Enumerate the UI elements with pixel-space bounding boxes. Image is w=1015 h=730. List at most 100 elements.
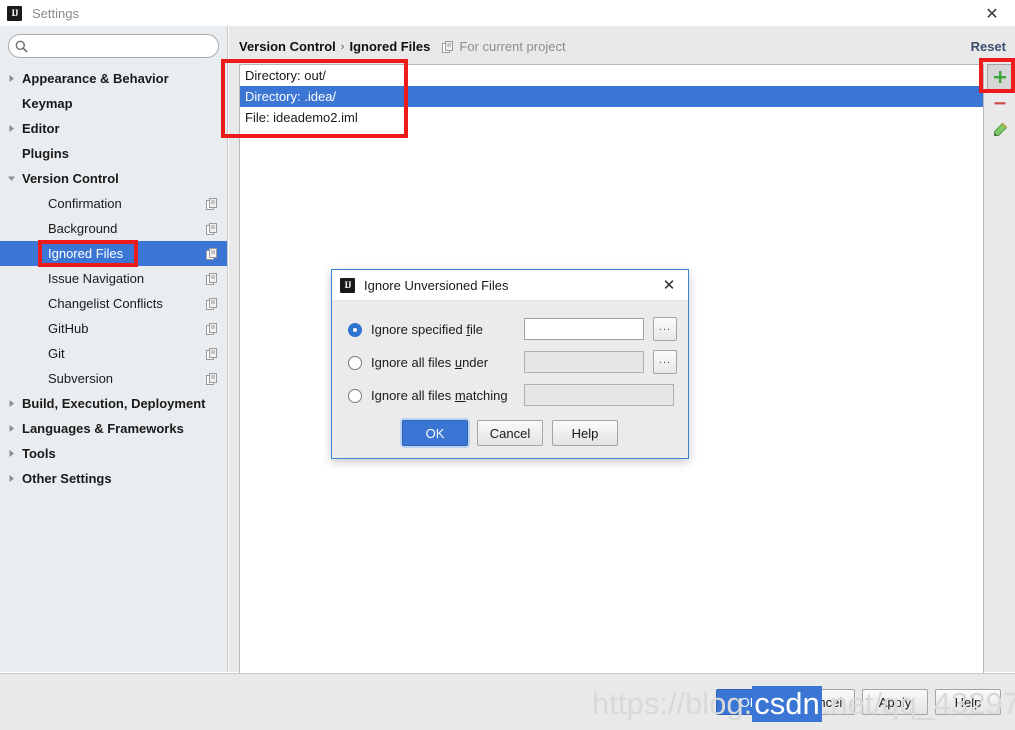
project-scope-icon (206, 372, 218, 385)
list-item[interactable]: Directory: .idea/ (240, 86, 983, 107)
sidebar-item-label: Ignored Files (48, 246, 124, 261)
cancel-button[interactable]: Cancel (789, 689, 855, 715)
breadcrumb-separator-icon: › (340, 40, 345, 53)
settings-sidebar: Appearance & Behavior Keymap Editor Plugins… (0, 26, 228, 672)
chevron-right-icon[interactable] (0, 424, 22, 433)
settings-tree: Appearance & Behavior Keymap Editor Plugins… (0, 66, 227, 491)
sidebar-item-subversion[interactable]: Subversion (0, 366, 227, 391)
sidebar-item-label: Issue Navigation (48, 271, 145, 286)
project-scope-icon (442, 40, 454, 53)
dialog-help-button[interactable]: Help (552, 420, 618, 446)
ignore-unversioned-files-dialog: IJ Ignore Unversioned Files ✕ Ignore spe… (331, 269, 689, 459)
sidebar-item-label: Changelist Conflicts (48, 296, 163, 311)
sidebar-item-label: Plugins (22, 146, 69, 161)
apply-button[interactable]: Apply (862, 689, 928, 715)
sidebar-item-changelist-conflicts[interactable]: Changelist Conflicts (0, 291, 227, 316)
remove-ignored-file-button[interactable] (987, 90, 1013, 116)
chevron-right-icon[interactable] (0, 474, 22, 483)
scope-note: For current project (459, 39, 566, 54)
sidebar-item-other-settings[interactable]: Other Settings (0, 466, 227, 491)
project-scope-icon (206, 347, 218, 360)
radio-row-2[interactable]: Ignore all files under... (332, 346, 688, 379)
ok-button[interactable]: OK (716, 689, 782, 715)
radio-label: Ignore all files matching (371, 388, 508, 403)
sidebar-item-label: Tools (22, 446, 56, 461)
pencil-icon (993, 122, 1007, 136)
breadcrumb-current: Ignored Files (349, 39, 431, 54)
sidebar-item-keymap[interactable]: Keymap (0, 91, 227, 116)
sidebar-item-appearance-behavior[interactable]: Appearance & Behavior (0, 66, 227, 91)
plus-icon (994, 71, 1006, 83)
dialog-app-icon: IJ (340, 277, 355, 293)
list-toolbar (987, 64, 1013, 142)
sidebar-item-git[interactable]: Git (0, 341, 227, 366)
sidebar-item-issue-navigation[interactable]: Issue Navigation (0, 266, 227, 291)
sidebar-item-build-execution-deployment[interactable]: Build, Execution, Deployment (0, 391, 227, 416)
list-item[interactable]: File: ideademo2.iml (240, 107, 983, 128)
ignore-path-field-3 (524, 384, 674, 406)
chevron-right-icon[interactable] (0, 124, 22, 133)
radio-row-1[interactable]: Ignore specified file... (332, 313, 688, 346)
intellij-logo-icon: IJ (7, 5, 22, 21)
browse-button-1[interactable]: ... (653, 317, 677, 341)
sidebar-item-label: Version Control (22, 171, 119, 186)
dialog-ok-button[interactable]: OK (402, 420, 468, 446)
sidebar-item-plugins[interactable]: Plugins (0, 141, 227, 166)
chevron-down-icon[interactable] (0, 174, 22, 183)
help-button[interactable]: Help (935, 689, 1001, 715)
project-scope-icon (206, 272, 218, 285)
breadcrumb: Version Control › Ignored Files For curr… (239, 39, 566, 54)
radio-button[interactable] (348, 355, 362, 370)
dialog-title: Ignore Unversioned Files (364, 277, 509, 293)
radio-button[interactable] (348, 388, 362, 403)
ignore-path-field-2 (524, 351, 644, 373)
chevron-right-icon[interactable] (0, 449, 22, 458)
project-scope-icon (206, 222, 218, 235)
project-scope-icon (206, 247, 218, 260)
window-titlebar: IJ Settings ✕ (0, 0, 1015, 26)
sidebar-item-background[interactable]: Background (0, 216, 227, 241)
sidebar-item-label: Other Settings (22, 471, 112, 486)
sidebar-item-label: Confirmation (48, 196, 122, 211)
edit-ignored-file-button[interactable] (987, 116, 1013, 142)
sidebar-item-label: Git (48, 346, 65, 361)
radio-label: Ignore specified file (371, 322, 484, 337)
search-icon (15, 40, 35, 53)
dialog-titlebar: IJ Ignore Unversioned Files ✕ (332, 270, 688, 301)
ignore-path-field-1[interactable] (524, 318, 644, 340)
sidebar-item-label: GitHub (48, 321, 89, 336)
chevron-right-icon[interactable] (0, 74, 22, 83)
sidebar-item-github[interactable]: GitHub (0, 316, 227, 341)
sidebar-item-label: Subversion (48, 371, 114, 386)
reset-link[interactable]: Reset (971, 39, 1006, 54)
window-title: Settings (32, 5, 79, 21)
sidebar-item-confirmation[interactable]: Confirmation (0, 191, 227, 216)
radio-button[interactable] (348, 322, 362, 337)
list-item[interactable]: Directory: out/ (240, 65, 983, 86)
sidebar-item-languages-frameworks[interactable]: Languages & Frameworks (0, 416, 227, 441)
search-input[interactable] (35, 38, 205, 54)
dialog-cancel-button[interactable]: Cancel (477, 420, 543, 446)
settings-bottom-bar: OK Cancel Apply Help (0, 673, 1015, 730)
sidebar-item-label: Languages & Frameworks (22, 421, 184, 436)
sidebar-item-version-control[interactable]: Version Control (0, 166, 227, 191)
breadcrumb-parent[interactable]: Version Control (239, 39, 336, 54)
search-box[interactable] (8, 34, 219, 58)
sidebar-item-label: Appearance & Behavior (22, 71, 169, 86)
window-close-icon[interactable]: ✕ (975, 1, 1009, 25)
sidebar-item-label: Editor (22, 121, 60, 136)
add-ignored-file-button[interactable] (987, 64, 1013, 90)
sidebar-item-tools[interactable]: Tools (0, 441, 227, 466)
dialog-options: Ignore specified file... Ignore all files… (332, 301, 688, 412)
sidebar-item-ignored-files[interactable]: Ignored Files (0, 241, 227, 266)
sidebar-item-label: Build, Execution, Deployment (22, 396, 206, 411)
dialog-close-icon[interactable]: ✕ (654, 270, 684, 300)
browse-button-2[interactable]: ... (653, 350, 677, 374)
radio-row-3[interactable]: Ignore all files matching (332, 379, 688, 412)
chevron-right-icon[interactable] (0, 399, 22, 408)
dialog-button-bar: OK Cancel Help (332, 420, 688, 446)
sidebar-item-label: Keymap (22, 96, 73, 111)
sidebar-item-editor[interactable]: Editor (0, 116, 227, 141)
project-scope-icon (206, 297, 218, 310)
project-scope-icon (206, 197, 218, 210)
